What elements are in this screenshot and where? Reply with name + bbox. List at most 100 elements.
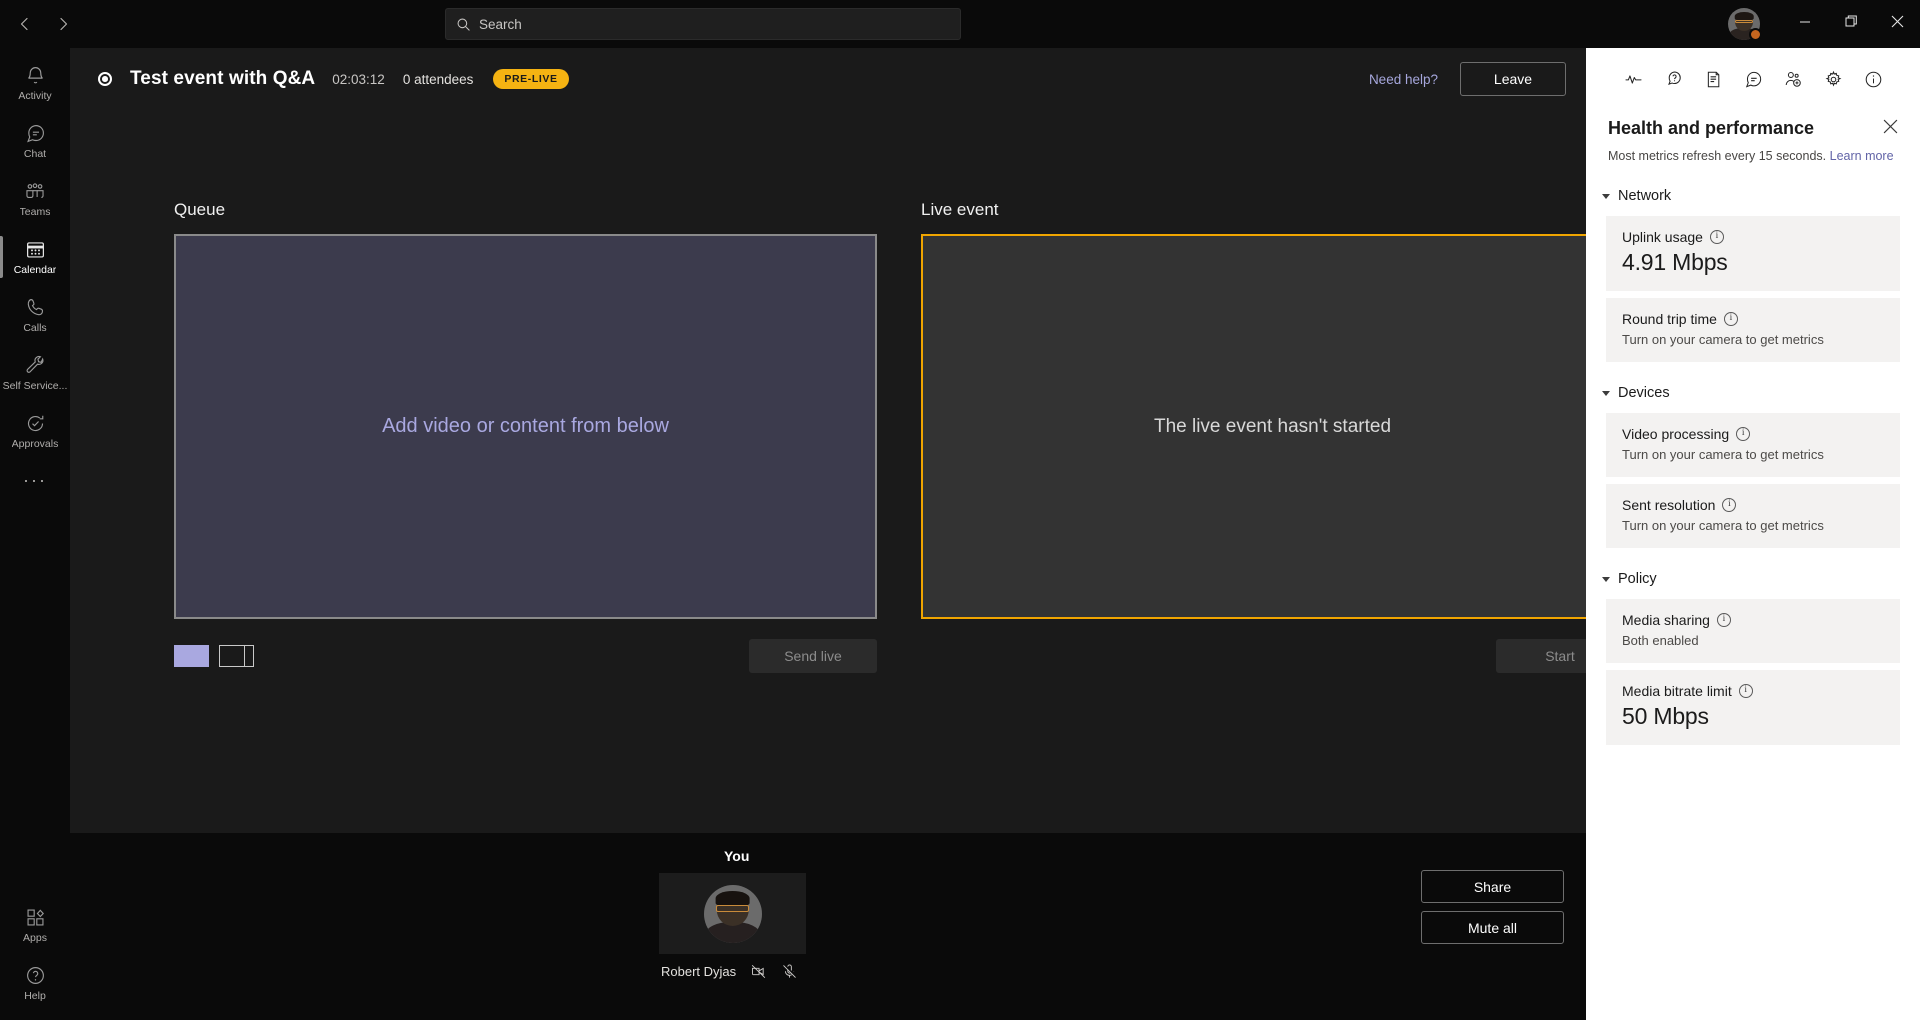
sidebar-item-approvals[interactable]: Approvals: [0, 402, 70, 460]
sidebar-item-activity[interactable]: Activity: [0, 54, 70, 112]
bottom-actions: Share Mute all: [1421, 870, 1564, 944]
event-timer: 02:03:12: [332, 71, 385, 87]
user-avatar-button[interactable]: [1728, 8, 1762, 41]
live-footer: Start: [921, 629, 1624, 683]
queue-preview[interactable]: Add video or content from below: [174, 234, 877, 619]
metric-value: Turn on your camera to get metrics: [1622, 332, 1824, 347]
search-icon: [456, 17, 471, 32]
sidebar-label: Self Service...: [2, 379, 68, 392]
sidebar-item-teams[interactable]: Teams: [0, 170, 70, 228]
restore-icon: [1845, 15, 1858, 33]
forward-button[interactable]: [46, 7, 80, 41]
rail-bottom-group: Apps Help: [0, 896, 70, 1012]
notes-icon[interactable]: [1693, 61, 1733, 97]
info-icon[interactable]: [1853, 61, 1893, 97]
minimize-button[interactable]: [1782, 0, 1828, 48]
mic-off-icon[interactable]: [781, 963, 798, 980]
refresh-note: Most metrics refresh every 15 seconds.: [1608, 149, 1827, 163]
section-title: Policy: [1618, 571, 1657, 587]
header-actions: Need help? Leave: [1369, 62, 1566, 96]
sidebar-item-calls[interactable]: Calls: [0, 286, 70, 344]
section-network: Network Uplink usage i 4.91 Mbps Round t…: [1586, 183, 1920, 362]
wrench-icon: [25, 355, 46, 377]
queue-placeholder-text: Add video or content from below: [382, 415, 669, 437]
participant-footer: Robert Dyjas: [659, 963, 806, 980]
layout-single-button[interactable]: [174, 645, 209, 667]
info-icon[interactable]: i: [1738, 684, 1753, 698]
close-button[interactable]: [1874, 0, 1920, 48]
window-controls-group: [1728, 0, 1920, 48]
section-network-header[interactable]: Network: [1586, 183, 1920, 209]
chevron-down-icon: [1602, 390, 1610, 396]
metric-value: Turn on your camera to get metrics: [1622, 447, 1824, 462]
share-button[interactable]: Share: [1421, 870, 1564, 903]
sidebar-label: Teams: [19, 205, 51, 218]
info-icon[interactable]: i: [1709, 230, 1724, 244]
meeting-stage: Test event with Q&A 02:03:12 0 attendees…: [70, 48, 1624, 833]
sidebar-item-self-service[interactable]: Self Service...: [0, 344, 70, 402]
leave-button[interactable]: Leave: [1460, 62, 1566, 96]
sidebar-item-calendar[interactable]: Calendar: [0, 228, 70, 286]
queue-footer: Send live: [174, 629, 877, 683]
need-help-link[interactable]: Need help?: [1369, 72, 1438, 87]
live-event-title: Live event: [921, 200, 999, 219]
restore-button[interactable]: [1828, 0, 1874, 48]
presence-badge: [1749, 28, 1762, 41]
live-placeholder-text: The live event hasn't started: [1153, 415, 1392, 437]
chevron-left-icon: [17, 16, 33, 32]
sidebar-item-chat[interactable]: Chat: [0, 112, 70, 170]
chat-icon[interactable]: [1733, 61, 1773, 97]
live-event-preview[interactable]: The live event hasn't started: [921, 234, 1624, 619]
search-bar[interactable]: Search: [445, 8, 961, 40]
settings-gear-icon[interactable]: [1813, 61, 1853, 97]
send-live-button[interactable]: Send live: [749, 639, 877, 673]
search-input[interactable]: Search: [479, 17, 522, 32]
metric-label: Round trip time: [1622, 311, 1717, 327]
camera-off-icon[interactable]: [750, 963, 767, 980]
section-policy-header[interactable]: Policy: [1586, 566, 1920, 592]
calendar-icon: [25, 239, 46, 261]
sidebar-label: Help: [24, 989, 46, 1002]
record-indicator-icon: [98, 72, 112, 86]
metric-value: 50 Mbps: [1622, 703, 1709, 729]
avatar: [703, 884, 762, 943]
status-badge: PRE-LIVE: [493, 69, 569, 89]
section-devices: Devices Video processing i Turn on your …: [1586, 380, 1920, 548]
sidebar-label: Chat: [23, 147, 47, 160]
metric-sent-resolution: Sent resolution i Turn on your camera to…: [1606, 484, 1900, 548]
participant-video: [659, 873, 806, 954]
info-icon[interactable]: i: [1722, 498, 1737, 512]
sidebar-label: Calendar: [13, 263, 57, 276]
layout-split-button[interactable]: [219, 645, 254, 667]
add-people-icon[interactable]: [1773, 61, 1813, 97]
panel-subtitle: Most metrics refresh every 15 seconds. L…: [1586, 139, 1920, 165]
sidebar-label: Activity: [18, 89, 52, 102]
qa-icon[interactable]: [1653, 61, 1693, 97]
section-devices-header[interactable]: Devices: [1586, 380, 1920, 406]
chat-icon: [25, 123, 46, 145]
learn-more-link[interactable]: Learn more: [1830, 149, 1894, 163]
close-icon: [1891, 15, 1904, 33]
chevron-down-icon: [1602, 576, 1610, 582]
info-icon[interactable]: i: [1723, 312, 1738, 326]
metric-media-sharing: Media sharing i Both enabled: [1606, 599, 1900, 663]
close-panel-button[interactable]: [1883, 119, 1898, 139]
info-icon[interactable]: i: [1736, 427, 1751, 441]
mute-all-button[interactable]: Mute all: [1421, 911, 1564, 944]
event-title: Test event with Q&A: [130, 68, 316, 89]
sidebar-label: Calls: [23, 321, 47, 334]
sidebar-item-apps[interactable]: Apps: [0, 896, 70, 954]
help-icon: [25, 965, 46, 987]
info-icon[interactable]: i: [1716, 613, 1731, 627]
bell-icon: [25, 65, 46, 87]
section-policy: Policy Media sharing i Both enabled Medi…: [1586, 566, 1920, 745]
health-pulse-icon[interactable]: [1613, 61, 1653, 97]
panel-header: Health and performance: [1586, 96, 1920, 139]
participant-tile[interactable]: Robert Dyjas: [659, 873, 806, 980]
participant-name: Robert Dyjas: [661, 964, 737, 979]
sidebar-item-help[interactable]: Help: [0, 954, 70, 1012]
more-apps-button[interactable]: ···: [0, 460, 70, 500]
teams-icon: [24, 181, 46, 203]
queue-title: Queue: [174, 200, 226, 219]
back-button[interactable]: [8, 7, 42, 41]
